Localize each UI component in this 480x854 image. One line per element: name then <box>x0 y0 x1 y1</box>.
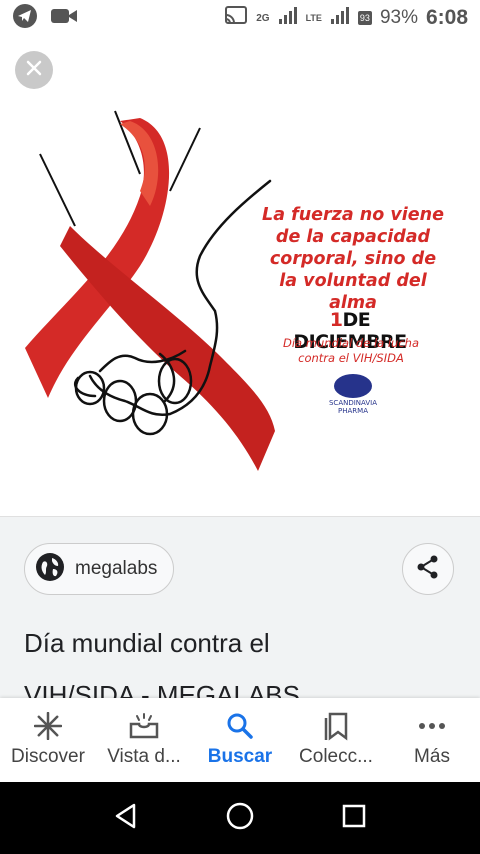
share-icon <box>415 554 441 585</box>
result-info-panel: megalabs Día mundial contra el VIH/SIDA … <box>0 516 480 710</box>
cast-icon <box>224 5 248 31</box>
close-button[interactable] <box>15 51 53 89</box>
nav-discover[interactable]: Discover <box>0 698 96 782</box>
recents-icon[interactable] <box>340 802 368 835</box>
signal-icon <box>330 5 350 31</box>
nav-label: Colecc... <box>299 746 373 767</box>
nav-label: Buscar <box>207 746 273 767</box>
nav-label: Discover <box>11 746 85 767</box>
image-subtitle: Día mundial de la lucha contra el VIH/SI… <box>283 336 419 365</box>
title-line: Día mundial contra el <box>24 628 270 658</box>
bookmarks-icon <box>322 712 350 741</box>
status-bar: 2G LTE 93 93% 6:08 <box>0 0 480 36</box>
nav-vista[interactable]: Vista d... <box>96 698 192 782</box>
asterisk-icon <box>34 712 62 740</box>
system-nav-bar <box>0 782 480 854</box>
more-dots-icon <box>418 712 446 740</box>
search-icon <box>226 712 254 740</box>
nav-buscar[interactable]: Buscar <box>192 698 288 782</box>
signal-icon <box>278 5 298 31</box>
source-name: megalabs <box>75 558 158 579</box>
telegram-icon <box>12 3 38 34</box>
home-icon[interactable] <box>225 801 255 836</box>
globe-icon <box>35 552 65 587</box>
nav-label: Más <box>414 746 450 767</box>
result-image[interactable]: La fuerza no viene de la capacidad corpo… <box>0 96 480 516</box>
nav-colecciones[interactable]: Colecc... <box>288 698 384 782</box>
share-button[interactable] <box>402 543 454 595</box>
bottom-nav: Discover Vista d... Buscar Colecc... Más <box>0 698 480 782</box>
battery-percent: 93% <box>379 7 418 28</box>
back-icon[interactable] <box>112 802 140 835</box>
brand-logo <box>334 374 372 398</box>
video-camera-icon <box>50 6 78 31</box>
nav-label: Vista d... <box>107 746 181 767</box>
date-number: 1 <box>329 309 343 331</box>
image-quote: La fuerza no viene de la capacidad corpo… <box>262 205 444 313</box>
network-2g-badge: 2G <box>256 12 270 24</box>
inbox-icon <box>128 712 160 740</box>
brand-name: SCANDINAVIA PHARMA <box>328 399 378 415</box>
close-icon <box>25 59 43 82</box>
source-chip[interactable]: megalabs <box>24 543 175 595</box>
sim-badge: 93 <box>357 11 372 25</box>
clock: 6:08 <box>425 6 468 29</box>
nav-mas[interactable]: Más <box>384 698 480 782</box>
network-lte-badge: LTE <box>305 13 322 23</box>
